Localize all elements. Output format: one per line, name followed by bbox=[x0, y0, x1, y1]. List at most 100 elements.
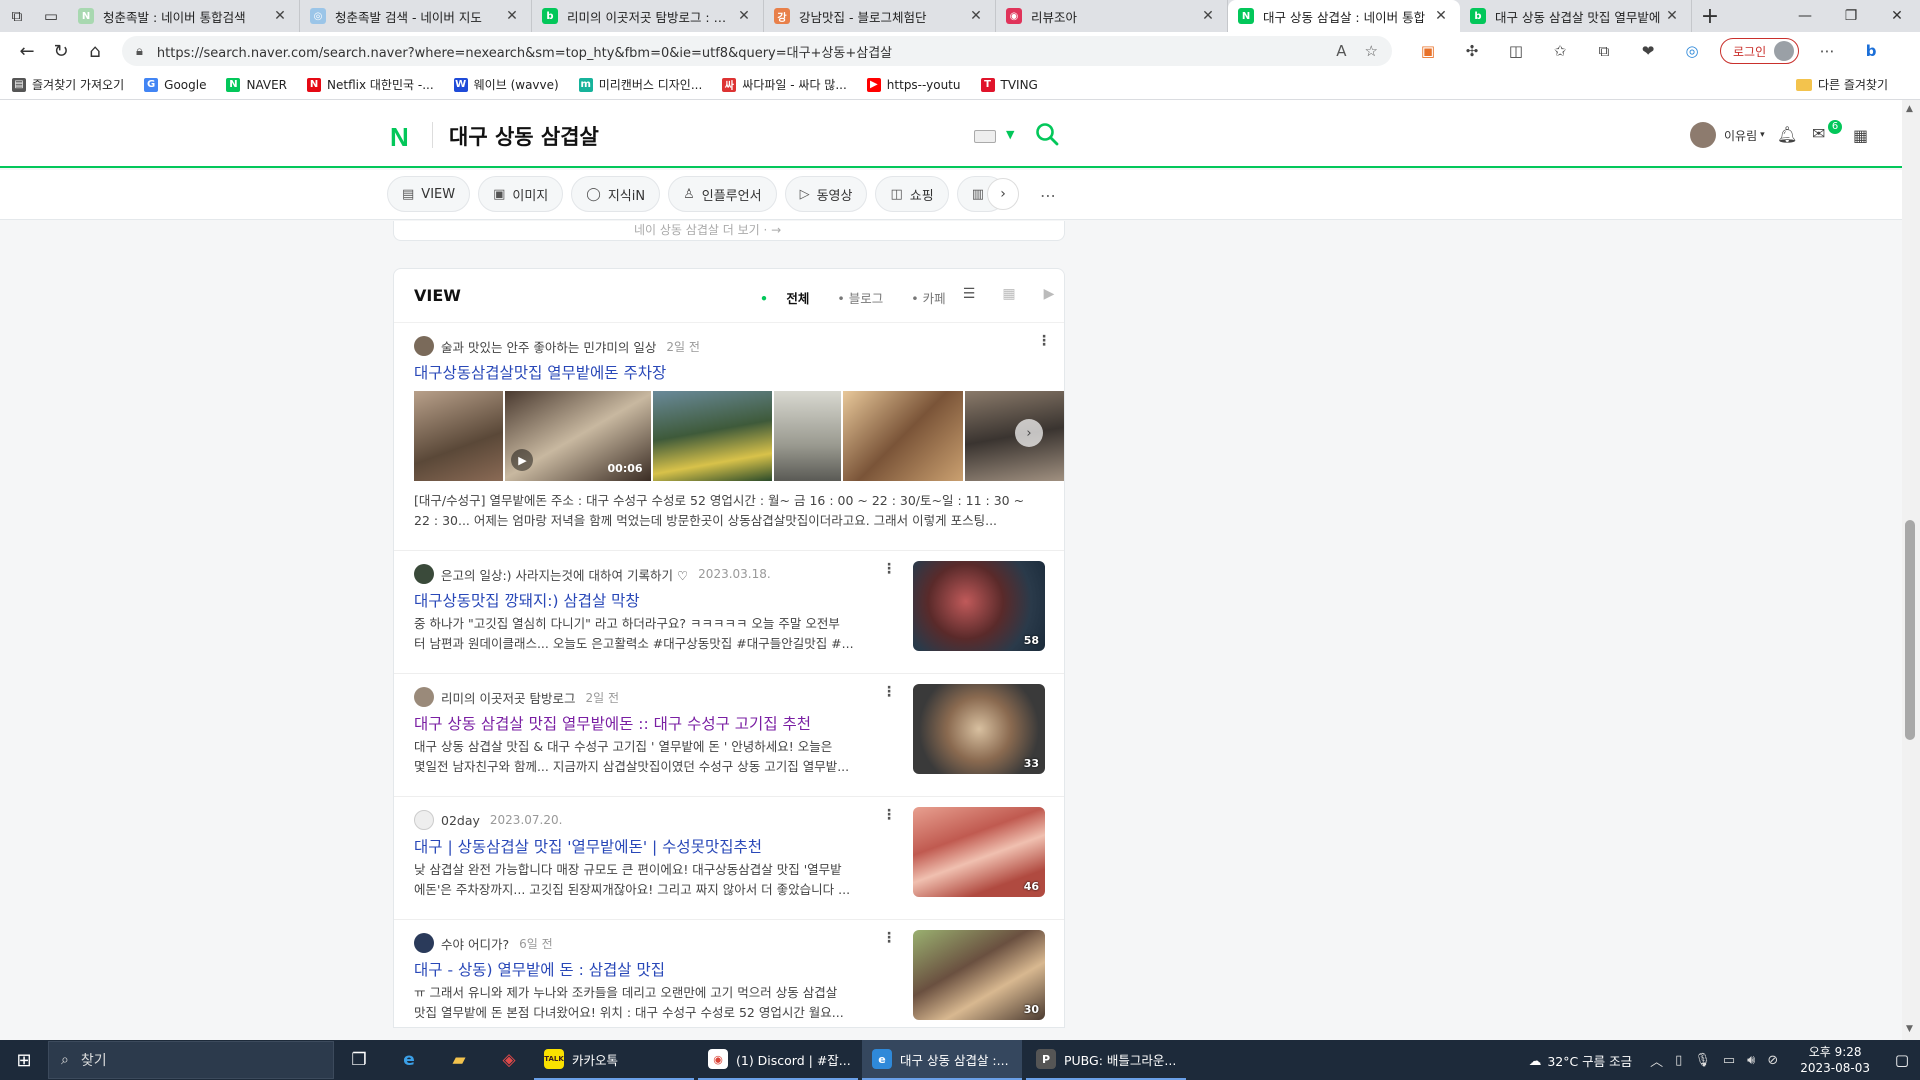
read-aloud-icon[interactable]: A bbox=[1336, 42, 1346, 60]
volume-icon[interactable]: 🔊︎ bbox=[1747, 1053, 1755, 1068]
item-title[interactable]: 대구상동맛집 깡돼지:) 삼겹살 막창 bbox=[414, 589, 894, 611]
photo-thumbnail[interactable] bbox=[843, 391, 963, 481]
favorites-icon[interactable]: ✩ bbox=[1538, 42, 1582, 60]
more-options-icon[interactable]: ⋮ bbox=[882, 807, 896, 823]
scroll-up-icon[interactable]: ▲ bbox=[1906, 104, 1913, 114]
more-link[interactable]: 네이 상동 삼겹살 더 보기 · → bbox=[634, 221, 781, 238]
microphone-icon[interactable]: 🎙︎ bbox=[1694, 1053, 1711, 1068]
more-options-icon[interactable]: ⋮ bbox=[1037, 333, 1051, 349]
browser-tab[interactable]: 강 강남맛집 - 블로그체험단 ✕ bbox=[764, 0, 996, 32]
taskbar-app[interactable]: e 대구 상동 삼겹살 :... bbox=[862, 1040, 1022, 1080]
video-view-icon[interactable]: ▶ bbox=[1029, 286, 1064, 302]
tab-이미지[interactable]: ▣ 이미지 bbox=[478, 176, 564, 212]
item-title[interactable]: 대구상동삼겹살맛집 열무밭에돈 주차장 bbox=[414, 361, 666, 383]
tab-인플루언서[interactable]: ♙ 인플루언서 bbox=[668, 176, 777, 212]
chevron-up-icon[interactable]: ︿ bbox=[1650, 1051, 1663, 1070]
internet-explorer-icon[interactable]: e bbox=[384, 1040, 434, 1080]
tab-VIEW[interactable]: ▤ VIEW bbox=[387, 176, 471, 212]
more-options-icon[interactable]: ⋮ bbox=[882, 561, 896, 577]
bookmark-item[interactable]: G Google bbox=[144, 76, 206, 93]
more-options-icon[interactable]: ⋮ bbox=[882, 930, 896, 946]
more-menu-icon[interactable]: ⋯ bbox=[1805, 42, 1849, 60]
close-tab-icon[interactable]: ✕ bbox=[735, 8, 753, 24]
extension-icon[interactable]: ▣ bbox=[1406, 42, 1450, 60]
grid-view-icon[interactable]: ▦ bbox=[989, 286, 1029, 302]
scrollbar-thumb[interactable] bbox=[1905, 520, 1915, 740]
taskbar-app[interactable]: TALK 카카오톡 bbox=[534, 1040, 694, 1080]
weather-widget[interactable]: ☁ 32°C 구름 조금 bbox=[1529, 1051, 1632, 1070]
post-thumbnail[interactable]: 58 bbox=[913, 561, 1045, 651]
bookmark-item[interactable]: m 미리캔버스 디자인... bbox=[578, 76, 702, 93]
taskbar-app[interactable]: ◉ (1) Discord | #잡... bbox=[698, 1040, 858, 1080]
browser-tab[interactable]: N 대구 상동 삼겹살 : 네이버 통합 ✕ bbox=[1228, 0, 1460, 32]
new-tab-button[interactable]: + bbox=[1692, 0, 1728, 32]
notification-icon[interactable]: ▢ bbox=[1884, 1051, 1920, 1069]
lock-icon[interactable]: 🔒︎ bbox=[136, 44, 143, 59]
tab-동영상[interactable]: ▷ 동영상 bbox=[784, 176, 868, 212]
chevron-right-icon[interactable]: › bbox=[987, 178, 1019, 210]
apps-grid-icon[interactable]: ▦ bbox=[1853, 126, 1868, 145]
author-name[interactable]: 리미의 이곳저곳 탐방로그 bbox=[441, 688, 575, 707]
refresh-icon[interactable]: ↻ bbox=[44, 36, 78, 66]
file-explorer-icon[interactable]: ▰ bbox=[434, 1040, 484, 1080]
video-thumbnail[interactable]: ▶ 00:06 bbox=[505, 391, 651, 481]
close-tab-icon[interactable]: ✕ bbox=[1663, 8, 1681, 24]
favorite-star-icon[interactable]: ☆ bbox=[1365, 42, 1378, 60]
scroll-down-icon[interactable]: ▼ bbox=[1906, 1024, 1913, 1034]
filter-all[interactable]: • 전체 bbox=[760, 288, 823, 307]
close-window-icon[interactable]: ✕ bbox=[1874, 0, 1920, 32]
item-title[interactable]: 대구 상동 삼겹살 맛집 열무밭에돈 :: 대구 수성구 고기집 추천 bbox=[414, 712, 894, 734]
bookmark-item[interactable]: 싸 싸다파일 - 싸다 많... bbox=[722, 76, 847, 93]
other-bookmarks[interactable]: 다른 즐겨찾기 bbox=[1795, 76, 1888, 93]
workspaces-icon[interactable]: ⧉ bbox=[0, 0, 34, 32]
windows-start-icon[interactable]: ⊞ bbox=[0, 1050, 48, 1071]
back-icon[interactable]: ← bbox=[10, 36, 44, 66]
taskbar-search-input[interactable]: ⌕ 찾기 bbox=[48, 1041, 334, 1079]
device-icon[interactable]: ▯ bbox=[1675, 1053, 1682, 1068]
item-title[interactable]: 대구 - 상동) 열무밭에 돈 : 삼겹살 맛집 bbox=[414, 958, 894, 980]
keyboard-icon[interactable] bbox=[974, 130, 996, 143]
tab-지식iN[interactable]: ◯ 지식iN bbox=[571, 176, 661, 212]
list-view-icon[interactable]: ☰ bbox=[949, 286, 989, 302]
more-options-icon[interactable]: ⋯ bbox=[1040, 186, 1058, 205]
post-thumbnail[interactable]: 33 bbox=[913, 684, 1045, 774]
author-name[interactable]: 02day bbox=[441, 813, 480, 828]
bookmark-item[interactable]: W 웨이브 (wavve) bbox=[453, 76, 559, 93]
item-title[interactable]: 대구 | 상동삼겹살 맛집 '열무밭에돈' | 수성못맛집추천 bbox=[414, 835, 894, 857]
bookmark-item[interactable]: T TVING bbox=[980, 76, 1038, 93]
puzzle-icon[interactable]: ✣ bbox=[1450, 42, 1494, 60]
browser-tab[interactable]: b 대구 상동 삼겹살 맛집 열무밭에 ✕ bbox=[1460, 0, 1692, 32]
search-query-input[interactable]: 대구 상동 삼겹살 bbox=[449, 121, 599, 151]
bookmark-item[interactable]: N Netflix 대한민국 -... bbox=[307, 76, 434, 93]
photo-thumbnail[interactable] bbox=[652, 391, 772, 481]
photo-thumbnail[interactable] bbox=[773, 391, 842, 481]
system-clock[interactable]: 오후 9:28 2023-08-03 bbox=[1800, 1044, 1870, 1076]
browser-tab[interactable]: b 리미의 이곳저곳 탐방로그 : 네이 ✕ bbox=[532, 0, 764, 32]
avatar[interactable] bbox=[414, 933, 434, 953]
post-thumbnail[interactable]: 46 bbox=[913, 807, 1045, 897]
avatar[interactable] bbox=[414, 810, 434, 830]
close-tab-icon[interactable]: ✕ bbox=[1199, 8, 1217, 24]
bing-icon[interactable]: b bbox=[1849, 42, 1893, 60]
avatar[interactable] bbox=[414, 687, 434, 707]
mail-icon[interactable]: ✉ bbox=[1812, 124, 1825, 143]
tab-쇼핑[interactable]: ◫ 쇼핑 bbox=[875, 176, 949, 212]
bookmark-item[interactable]: ▤ 즐겨찾기 가져오기 bbox=[12, 76, 124, 93]
browser-tab[interactable]: N 청춘족발 : 네이버 통합검색 ✕ bbox=[68, 0, 300, 32]
close-tab-icon[interactable]: ✕ bbox=[1432, 8, 1450, 24]
avatar[interactable] bbox=[414, 336, 434, 356]
more-options-icon[interactable]: ⋮ bbox=[882, 684, 896, 700]
login-button[interactable]: 로그인 bbox=[1720, 38, 1800, 64]
status-icon[interactable]: ⊘ bbox=[1767, 1053, 1778, 1068]
browser-tab[interactable]: ◉ 리뷰조아 ✕ bbox=[996, 0, 1228, 32]
tab-actions-icon[interactable]: ▭ bbox=[34, 0, 68, 32]
taskbar-app[interactable]: P PUBG: 배틀그라운... bbox=[1026, 1040, 1186, 1080]
performance-icon[interactable]: ❤ bbox=[1626, 42, 1670, 60]
browser-tab[interactable]: ◎ 청춘족발 검색 - 네이버 지도 ✕ bbox=[300, 0, 532, 32]
user-menu[interactable]: 이유림 ▾ bbox=[1690, 122, 1765, 148]
bell-icon[interactable]: 🔔︎ bbox=[1777, 125, 1797, 144]
bookmark-item[interactable]: ▶ https--youtu bbox=[866, 76, 961, 93]
chevron-down-icon[interactable]: ▼ bbox=[1006, 128, 1014, 141]
chevron-right-icon[interactable]: › bbox=[1015, 419, 1043, 447]
minimize-icon[interactable]: — bbox=[1782, 0, 1828, 32]
